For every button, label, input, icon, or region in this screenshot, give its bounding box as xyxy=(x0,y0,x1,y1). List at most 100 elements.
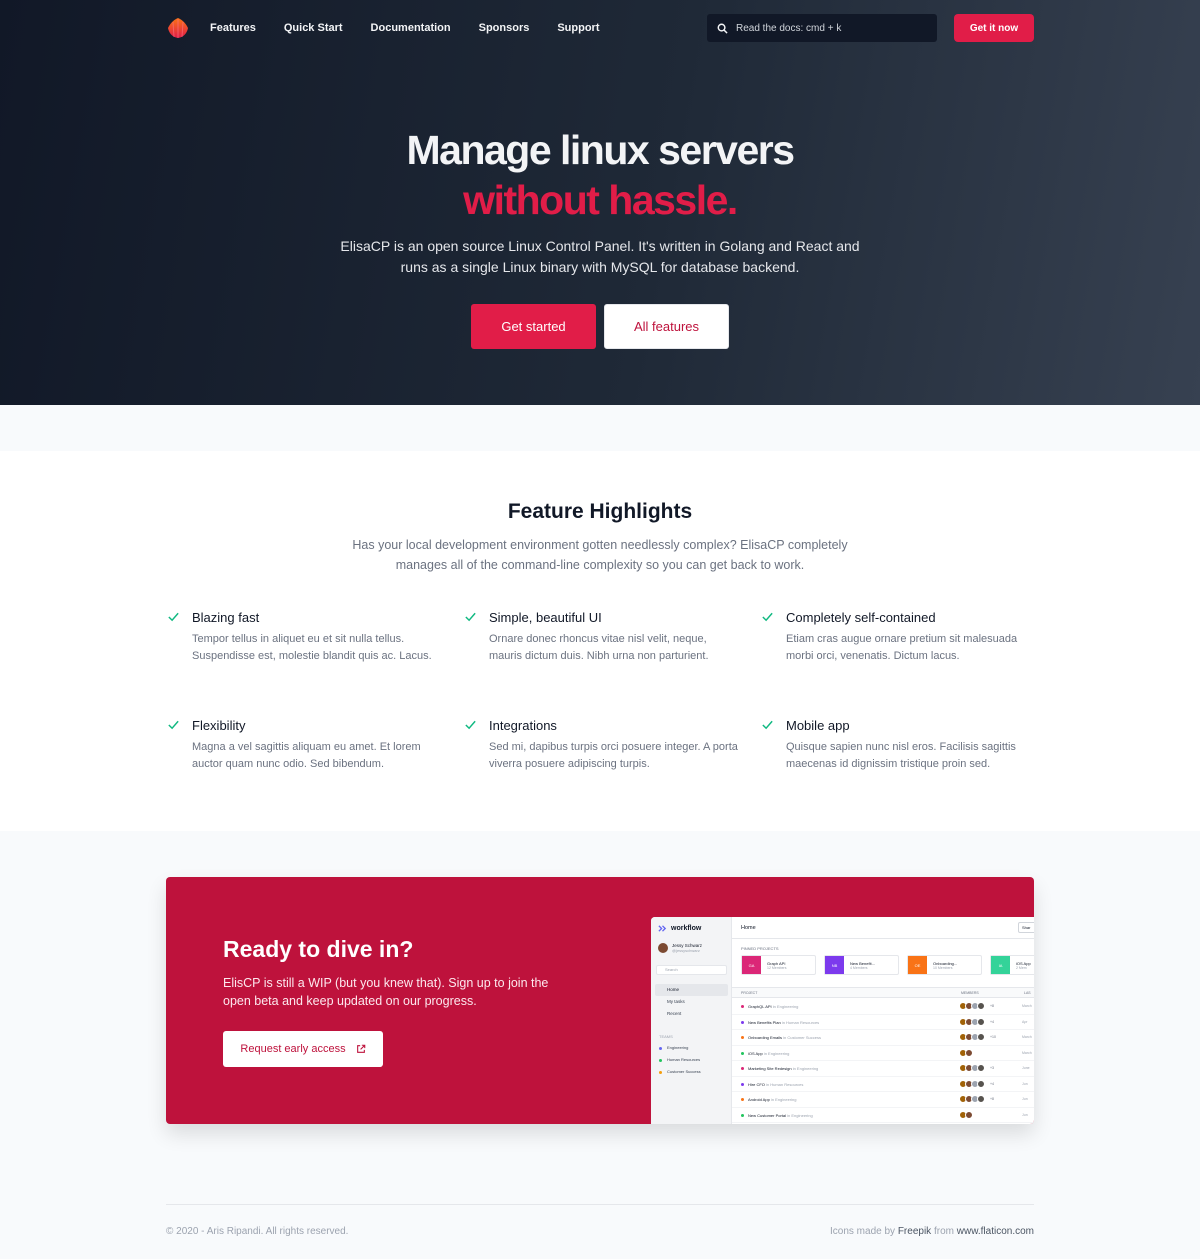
features-title: Feature Highlights xyxy=(507,500,693,523)
footer-from: from xyxy=(933,1226,954,1237)
elisacp-logo-icon[interactable] xyxy=(166,16,190,40)
mock-sidebar: workflow Jessy Schwarz @jessyschwarz Sea… xyxy=(651,917,732,1124)
team-dot xyxy=(659,1070,662,1074)
mock-table-rows: GraphQL API in Engineering +8 March New Ben… xyxy=(732,999,1034,1123)
row-project-name: Marketing Site Redesign xyxy=(748,1066,792,1071)
feature-name: Flexibility xyxy=(192,718,246,733)
row-project-team: in Engineering xyxy=(763,1050,790,1056)
table-row: Marketing Site Redesign in Engineering +3… xyxy=(732,1061,1034,1077)
team-dot xyxy=(659,1058,662,1062)
get-started-button[interactable]: Get started xyxy=(471,304,596,349)
row-last-updated: Jun xyxy=(1022,1097,1028,1101)
row-project: Hire CFO in Human Resources xyxy=(748,1082,803,1087)
feature-description: Sed mi, dapibus turpis orci posuere inte… xyxy=(489,741,738,770)
check-icon xyxy=(762,612,773,622)
mock-team-name: Engineering xyxy=(667,1045,689,1050)
mock-col-members: MEMBERS xyxy=(961,991,979,995)
row-members xyxy=(959,1048,973,1057)
feature-name: Mobile app xyxy=(786,718,850,733)
external-link-icon xyxy=(356,1044,365,1053)
row-project-name: Android App xyxy=(748,1097,770,1102)
check-icon xyxy=(465,720,476,730)
nav-link-documentation[interactable]: Documentation xyxy=(371,22,451,34)
mock-brand: workflow xyxy=(658,924,701,933)
request-early-access-button[interactable]: Request early access xyxy=(223,1031,383,1067)
feature-name: Simple, beautiful UI xyxy=(489,610,602,625)
top-nav: Features Quick Start Documentation Spons… xyxy=(166,14,1034,42)
row-members xyxy=(959,1064,985,1072)
feature-description: Tempor tellus in aliquet eu et sit nulla… xyxy=(192,633,432,662)
freepik-link[interactable]: Freepik xyxy=(898,1226,931,1237)
mock-team-item: Human Resources xyxy=(659,1054,701,1066)
nav-link-features[interactable]: Features xyxy=(210,22,256,34)
row-project-team: in Customer Success xyxy=(783,1035,821,1040)
row-project-team: in Engineering xyxy=(770,1097,797,1102)
mock-teams: Engineering Human Resources Customer Suc… xyxy=(659,1042,701,1078)
row-project-name: iOS App xyxy=(748,1050,763,1056)
feature-item: Flexibility Magna a vel sagittis aliquam… xyxy=(166,717,463,799)
flaticon-link[interactable]: www.flaticon.com xyxy=(957,1226,1034,1237)
nav-link-sponsors[interactable]: Sponsors xyxy=(479,22,530,34)
row-members-extra: +8 xyxy=(990,1004,994,1008)
mock-team-item: Engineering xyxy=(659,1042,701,1054)
table-row: GraphQL API in Engineering +8 March xyxy=(732,999,1034,1015)
mock-pin-info: Graph API 12 Members xyxy=(767,961,786,970)
mock-user-info: Jessy Schwarz @jessyschwarz xyxy=(672,943,702,953)
row-last-updated: March xyxy=(1022,1035,1032,1039)
mock-header-title: Home xyxy=(741,925,756,931)
mock-col-last: LAS xyxy=(1024,991,1031,995)
table-row: Onboarding Emails in Customer Success +10… xyxy=(732,1030,1034,1046)
mock-pinned-card: NB New Benefit... 4 Members xyxy=(824,955,899,975)
hero-title-line1: Manage linux servers xyxy=(406,127,795,173)
row-project-name: New Customer Portal xyxy=(748,1112,787,1118)
row-last-updated: March xyxy=(1022,1050,1032,1055)
features-grid: Blazing fast Tempor tellus in aliquet eu… xyxy=(166,609,1036,799)
row-project-team: in Human Resources xyxy=(781,1019,820,1025)
nav-link-quick-start[interactable]: Quick Start xyxy=(284,22,343,34)
feature-name: Blazing fast xyxy=(192,610,260,625)
row-project-name: New Benefits Plan xyxy=(748,1019,781,1025)
docs-search-input[interactable]: Read the docs: cmd + k xyxy=(707,14,937,42)
check-icon xyxy=(168,720,179,730)
all-features-button[interactable]: All features xyxy=(604,304,729,349)
mock-search-input: Search xyxy=(656,965,727,975)
search-placeholder: Read the docs: cmd + k xyxy=(736,22,842,34)
feature-name: Completely self-contained xyxy=(786,610,936,625)
mock-nav-recent: Recent xyxy=(667,1011,682,1016)
row-project-name: Onboarding Emails xyxy=(748,1035,783,1040)
feature-item: Blazing fast Tempor tellus in aliquet eu… xyxy=(166,609,463,691)
check-icon xyxy=(168,612,179,622)
feature-description: Quisque sapien nunc nisl eros. Facilisis… xyxy=(786,741,1016,770)
table-row: New Benefits Plan in Human Resources +4 Ap… xyxy=(732,1015,1034,1030)
feature-description: Ornare donec rhoncus vitae nisl velit, n… xyxy=(489,633,709,662)
row-project: GraphQL API in Engineering xyxy=(748,1004,798,1009)
feature-item: Simple, beautiful UI Ornare donec rhoncu… xyxy=(463,609,760,691)
avatar xyxy=(977,1017,985,1026)
row-members xyxy=(959,1033,985,1041)
project-badge: IA xyxy=(991,956,1010,974)
row-last-updated: Jun xyxy=(1022,1112,1028,1117)
mock-pin-members: 4 Members xyxy=(850,965,868,970)
mock-pin-members: 12 Members xyxy=(767,965,787,970)
row-project: iOS App in Engineering xyxy=(748,1051,789,1056)
get-it-now-button[interactable]: Get it now xyxy=(954,14,1034,42)
footer-credits: Icons made by Freepik from www.flaticon.… xyxy=(830,1226,1034,1237)
avatar xyxy=(977,1079,985,1088)
project-badge: OE xyxy=(908,956,927,974)
mock-brand-name: workflow xyxy=(671,925,702,932)
mock-pin-members: 2 Mem xyxy=(1016,965,1027,970)
hero-subtitle: ElisaCP is an open source Linux Control … xyxy=(340,238,860,275)
row-dot xyxy=(741,1113,744,1117)
row-members-extra: +4 xyxy=(990,1019,994,1024)
row-project: Android App in Engineering xyxy=(748,1097,797,1102)
search-icon xyxy=(717,23,728,34)
table-row: iOS App in Engineering March xyxy=(732,1046,1034,1061)
mock-pin-info: New Benefit... 4 Members xyxy=(850,961,875,970)
row-project-team: in Engineering xyxy=(772,1004,799,1009)
nav-link-support[interactable]: Support xyxy=(557,22,599,34)
request-early-access-label: Request early access xyxy=(240,1043,346,1055)
avatar xyxy=(977,1095,985,1103)
mock-pinned-card: GA Graph API 12 Members xyxy=(741,955,816,975)
feature-item: Integrations Sed mi, dapibus turpis orci… xyxy=(463,717,760,799)
mock-pinned-projects: GA Graph API 12 Members NB New Benefit... 4 M… xyxy=(741,955,1034,975)
